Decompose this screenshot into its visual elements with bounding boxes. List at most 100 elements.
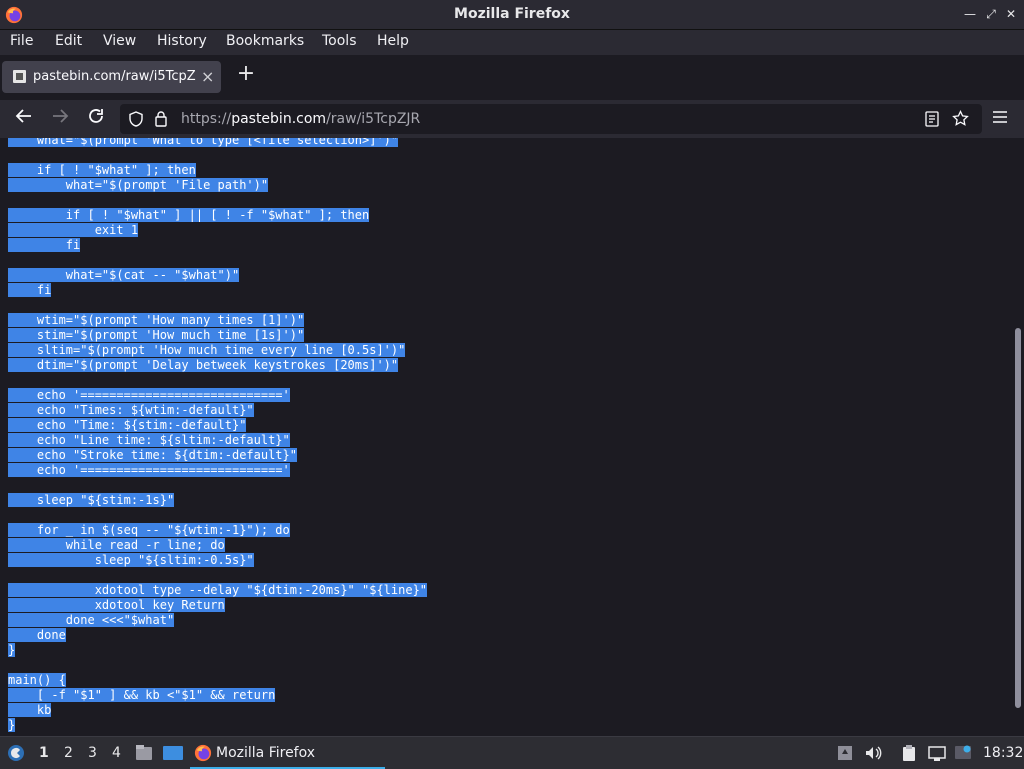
code-line-text: echo "Stroke time: ${dtim:-default}" xyxy=(8,448,297,462)
taskbar-task-label: Mozilla Firefox xyxy=(216,745,316,761)
code-line-text: echo '============================' xyxy=(8,388,290,402)
workspace-1[interactable]: 1 xyxy=(39,745,49,761)
code-line: done <<<"$what" xyxy=(8,613,427,628)
code-line-text: if [ ! "$what" ]; then xyxy=(8,163,196,177)
close-window-button[interactable]: ✕ xyxy=(1002,5,1020,23)
code-line-text: xdotool key Return xyxy=(8,598,225,612)
workspace-3[interactable]: 3 xyxy=(88,745,97,761)
menu-view[interactable]: View xyxy=(103,33,136,49)
code-line-text: echo '============================' xyxy=(8,463,290,477)
volume-icon[interactable] xyxy=(864,744,882,762)
file-manager-icon[interactable] xyxy=(134,743,154,763)
back-button[interactable] xyxy=(12,107,36,131)
code-line-text: exit 1 xyxy=(8,223,139,237)
forward-arrow-icon xyxy=(53,109,69,123)
code-line: while read -r line; do xyxy=(8,538,427,553)
workspace-2[interactable]: 2 xyxy=(64,745,73,761)
code-line-text: what="$(cat -- "$what")" xyxy=(8,268,240,282)
raw-code-text: what="$(prompt 'What to type [<file sele… xyxy=(8,138,428,733)
firefox-task-icon xyxy=(194,744,212,762)
code-line: echo '============================' xyxy=(8,388,427,403)
menu-bookmarks[interactable]: Bookmarks xyxy=(226,33,304,49)
menu-file[interactable]: File xyxy=(10,33,33,49)
navigation-bar: https://pastebin.com/raw/i5TcpZJR xyxy=(0,100,1024,138)
updates-tray-icon[interactable] xyxy=(836,744,854,762)
code-line: what="$(prompt 'File path')" xyxy=(8,178,427,193)
menu-help[interactable]: Help xyxy=(377,33,409,49)
code-line: [ -f "$1" ] && kb <"$1" && return xyxy=(8,688,427,703)
network-icon[interactable] xyxy=(928,744,946,762)
code-line: stim="$(prompt 'How much time [1s]')" xyxy=(8,328,427,343)
code-line-text: while read -r line; do xyxy=(8,538,225,552)
forward-button[interactable] xyxy=(48,107,72,131)
code-line: done xyxy=(8,628,427,643)
taskbar: 1 2 3 4 Mozilla Firefox 18:32 xyxy=(0,736,1024,769)
taskbar-clock[interactable]: 18:32 xyxy=(983,745,1023,761)
code-line: xdotool type --delay "${dtim:-20ms}" "${… xyxy=(8,583,428,598)
code-line: sltim="$(prompt 'How much time every lin… xyxy=(8,343,427,358)
lock-icon[interactable] xyxy=(154,110,168,127)
workspace-4[interactable]: 4 xyxy=(112,745,121,761)
menu-edit[interactable]: Edit xyxy=(55,33,82,49)
show-desktop-icon[interactable] xyxy=(162,743,184,763)
code-line: for _ in $(seq -- "${wtim:-1}"); do xyxy=(8,523,427,538)
code-line: kb xyxy=(8,703,427,718)
code-line-text: main() { xyxy=(8,673,66,687)
code-line: dtim="$(prompt 'Delay betweek keystrokes… xyxy=(8,358,427,373)
tab-close-button[interactable]: × xyxy=(201,67,214,86)
pastebin-favicon-icon xyxy=(13,70,26,83)
code-line: } xyxy=(8,718,427,733)
code-line-text: what="$(prompt 'File path')" xyxy=(8,178,269,192)
code-line-text: wtim="$(prompt 'How many times [1]')" xyxy=(8,313,305,327)
code-line: sleep "${stim:-1s}" xyxy=(8,493,427,508)
url-host: pastebin.com xyxy=(231,111,327,127)
code-line-text: if [ ! "$what" ] || [ ! -f "$what" ]; th… xyxy=(8,208,370,222)
menu-history[interactable]: History xyxy=(157,33,207,49)
code-line: what="$(cat -- "$what")" xyxy=(8,268,427,283)
tracking-protection-shield-icon[interactable] xyxy=(128,111,144,127)
tab-pastebin[interactable]: pastebin.com/raw/i5TcpZ × xyxy=(2,61,221,93)
app-menu-button[interactable] xyxy=(988,107,1012,131)
code-line-text: for _ in $(seq -- "${wtim:-1}"); do xyxy=(8,523,290,537)
code-line: exit 1 xyxy=(8,223,427,238)
restore-button[interactable]: ⤢ xyxy=(982,5,1000,23)
menu-tools[interactable]: Tools xyxy=(322,33,357,49)
reload-icon xyxy=(89,109,103,123)
vertical-scrollbar[interactable] xyxy=(1012,138,1024,735)
url-scheme: https:// xyxy=(181,111,232,127)
code-line-text: echo "Time: ${stim:-default}" xyxy=(8,418,247,432)
reader-view-icon[interactable] xyxy=(925,111,939,127)
bookmark-star-icon[interactable] xyxy=(952,110,969,127)
code-line-text: xdotool type --delay "${dtim:-20ms}" "${… xyxy=(8,583,428,597)
url-text[interactable]: https://pastebin.com/raw/i5TcpZJR xyxy=(181,111,420,127)
new-tab-button[interactable]: + xyxy=(236,63,256,85)
code-line: fi xyxy=(8,283,427,298)
clipboard-icon[interactable] xyxy=(900,744,918,762)
code-line: echo "Time: ${stim:-default}" xyxy=(8,418,427,433)
code-line: echo "Line time: ${sltim:-default}" xyxy=(8,433,427,448)
code-line: echo "Times: ${wtim:-default}" xyxy=(8,403,427,418)
code-line: if [ ! "$what" ] || [ ! -f "$what" ]; th… xyxy=(8,208,427,223)
code-line-text: sleep "${stim:-1s}" xyxy=(8,493,175,507)
application-launcher-icon[interactable] xyxy=(6,743,26,763)
window-title: Mozilla Firefox xyxy=(454,6,570,22)
code-line: fi xyxy=(8,238,427,253)
reload-button[interactable] xyxy=(84,107,108,131)
minimize-button[interactable]: — xyxy=(961,5,979,23)
scrollbar-thumb[interactable] xyxy=(1015,328,1021,708)
code-line-text: dtim="$(prompt 'Delay betweek keystrokes… xyxy=(8,358,399,372)
notifications-icon[interactable] xyxy=(954,744,972,762)
code-line-text: fi xyxy=(8,283,52,297)
code-line-text: echo "Times: ${wtim:-default}" xyxy=(8,403,254,417)
code-line-text: stim="$(prompt 'How much time [1s]')" xyxy=(8,328,305,342)
url-bar[interactable]: https://pastebin.com/raw/i5TcpZJR xyxy=(120,104,982,134)
page-content[interactable]: what="$(prompt 'What to type [<file sele… xyxy=(0,138,1012,735)
code-line-text: sltim="$(prompt 'How much time every lin… xyxy=(8,343,406,357)
taskbar-firefox-task[interactable]: Mozilla Firefox xyxy=(190,739,385,769)
code-line: xdotool key Return xyxy=(8,598,427,613)
